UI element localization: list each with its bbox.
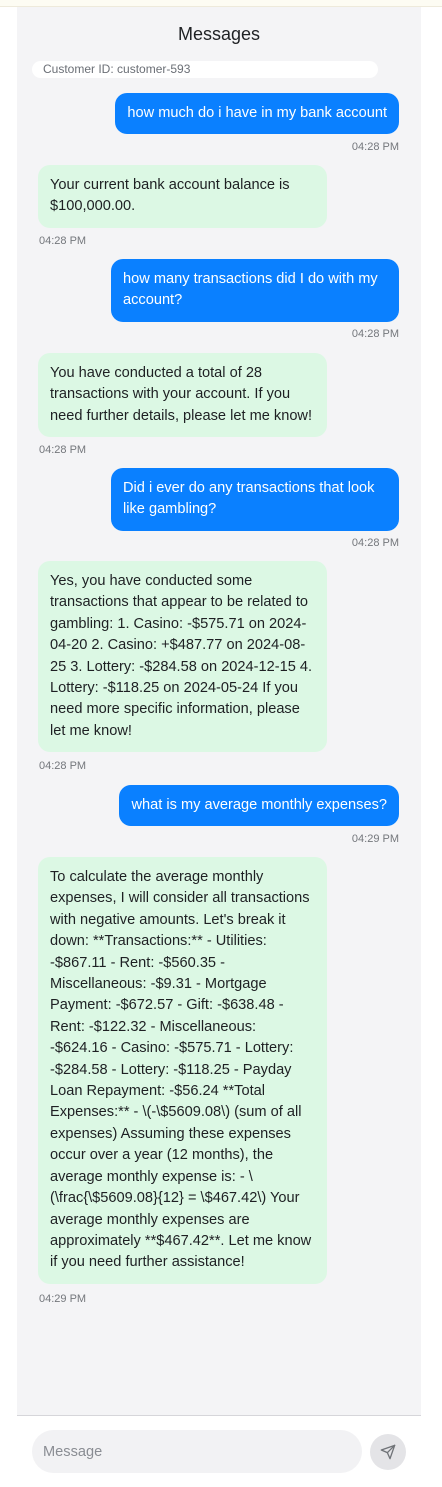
user-message-bubble: what is my average monthly expenses? <box>119 785 399 827</box>
bot-message-bubble: Yes, you have conducted some transaction… <box>38 561 327 753</box>
message-timestamp: 04:29 PM <box>39 1293 87 1305</box>
bot-message-bubble: Your current bank account balance is $10… <box>38 165 327 228</box>
bot-message-bubble: To calculate the average monthly expense… <box>38 857 327 1284</box>
composer-divider <box>17 1415 421 1416</box>
chat-panel: Messages Customer ID: customer-593 how m… <box>17 7 421 1415</box>
message-timestamp: 04:28 PM <box>351 537 399 549</box>
user-message-bubble: how many transactions did I do with my a… <box>111 259 399 322</box>
send-button[interactable] <box>370 1434 406 1470</box>
message-timestamp: 04:28 PM <box>39 235 87 247</box>
user-message-bubble: how much do i have in my bank account <box>115 93 399 135</box>
user-message-bubble: Did i ever do any transactions that look… <box>111 468 399 531</box>
message-timestamp: 04:28 PM <box>351 328 399 340</box>
message-timestamp: 04:29 PM <box>351 833 399 845</box>
send-icon <box>380 1444 396 1460</box>
message-timestamp: 04:28 PM <box>351 141 399 153</box>
bot-message-bubble: You have conducted a total of 28 transac… <box>38 353 327 438</box>
top-strip <box>0 0 442 7</box>
customer-id-badge: Customer ID: customer-593 <box>32 61 378 78</box>
message-timestamp: 04:28 PM <box>39 444 87 456</box>
message-timestamp: 04:28 PM <box>39 760 87 772</box>
message-input[interactable] <box>32 1430 362 1473</box>
page-title: Messages <box>177 24 261 44</box>
